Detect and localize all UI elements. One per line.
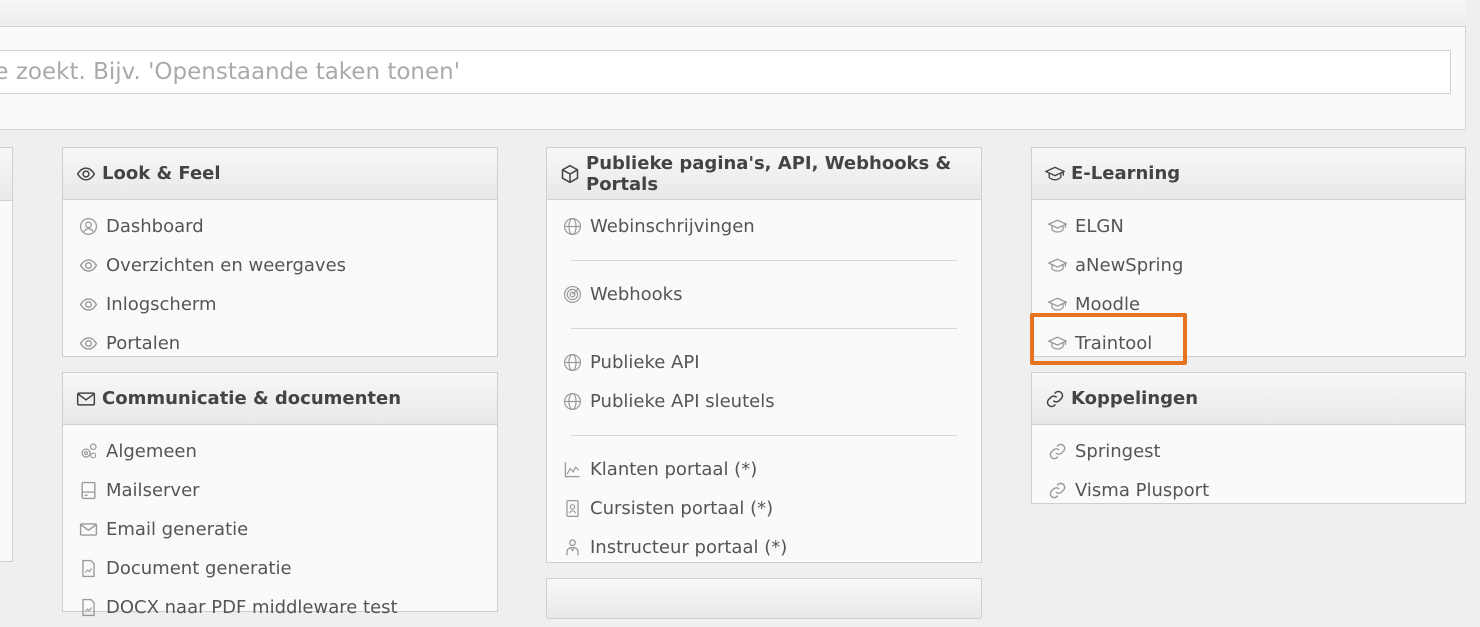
menu-item-label: Overzichten en weergaves — [106, 255, 347, 276]
search-panel — [0, 26, 1466, 130]
globe-icon — [563, 392, 582, 411]
menu-item-label: Springest — [1075, 441, 1161, 462]
menu-item-label: Email generatie — [106, 519, 249, 540]
search-input[interactable] — [0, 50, 1451, 94]
card-partial-header — [547, 579, 981, 619]
globe-icon — [563, 353, 582, 372]
menu-item-visma-plusport[interactable]: Visma Plusport — [1032, 471, 1465, 510]
menu-item-label: Cursisten portaal (*) — [590, 498, 774, 519]
globe-icon — [563, 217, 582, 236]
left-clipped-card — [0, 147, 13, 562]
graduation-cap-icon — [1048, 295, 1067, 314]
menu-item-label: Publieke API — [590, 352, 700, 373]
card-publiek: Publieke pagina's, API, Webhooks & Porta… — [546, 147, 982, 563]
menu-item-inlogscherm[interactable]: Inlogscherm — [63, 285, 497, 324]
menu-item-label: aNewSpring — [1075, 255, 1184, 276]
link-icon — [1045, 389, 1065, 409]
card-elearning: E-Learning ELGN aNewSpring Moodle Traint… — [1031, 147, 1466, 357]
menu-item-label: Dashboard — [106, 216, 204, 237]
menu-item-traintool[interactable]: Traintool — [1032, 324, 1465, 363]
top-header-bar — [0, 0, 1466, 27]
menu-item-label: ELGN — [1075, 216, 1124, 237]
link-icon — [1048, 481, 1067, 500]
server-icon — [79, 481, 98, 500]
menu-item-label: Publieke API sleutels — [590, 391, 775, 412]
menu-item-klanten-portaal[interactable]: Klanten portaal (*) — [547, 450, 981, 489]
menu-item-moodle[interactable]: Moodle — [1032, 285, 1465, 324]
divider — [571, 435, 957, 436]
card-communicatie-title: Communicatie & documenten — [102, 388, 402, 409]
menu-item-label: DOCX naar PDF middleware test — [106, 597, 398, 618]
instructor-icon — [563, 538, 582, 557]
menu-item-docx-pdf[interactable]: DOCX naar PDF middleware test — [63, 588, 497, 627]
card-publiek-title: Publieke pagina's, API, Webhooks & Porta… — [586, 152, 952, 195]
menu-item-webinschrijvingen[interactable]: Webinschrijvingen — [547, 207, 981, 246]
menu-item-mailserver[interactable]: Mailserver — [63, 471, 497, 510]
area-chart-icon — [563, 460, 582, 479]
id-badge-icon — [563, 499, 582, 518]
menu-item-publieke-api-sleutels[interactable]: Publieke API sleutels — [547, 382, 981, 421]
graduation-cap-icon — [1048, 334, 1067, 353]
cogs-icon — [79, 442, 98, 461]
menu-item-elgn[interactable]: ELGN — [1032, 207, 1465, 246]
menu-item-label: Mailserver — [106, 480, 200, 501]
menu-item-label: Visma Plusport — [1075, 480, 1210, 501]
card-partial-bottom — [546, 578, 982, 619]
card-koppelingen-title: Koppelingen — [1071, 388, 1199, 409]
card-elearning-title: E-Learning — [1071, 163, 1181, 184]
menu-item-document-generatie[interactable]: Document generatie — [63, 549, 497, 588]
menu-item-label: Moodle — [1075, 294, 1141, 315]
divider — [571, 260, 957, 261]
graduation-cap-icon — [1048, 217, 1067, 236]
menu-item-label: Webhooks — [590, 284, 683, 305]
card-koppelingen: Koppelingen Springest Visma Plusport — [1031, 372, 1466, 504]
user-circle-icon — [79, 217, 98, 236]
menu-item-anewspring[interactable]: aNewSpring — [1032, 246, 1465, 285]
eye-icon — [79, 295, 98, 314]
card-elearning-header: E-Learning — [1032, 148, 1465, 200]
menu-item-label: Webinschrijvingen — [590, 216, 755, 237]
file-image-icon — [79, 559, 98, 578]
card-publiek-header: Publieke pagina's, API, Webhooks & Porta… — [547, 148, 981, 200]
menu-item-label: Instructeur portaal (*) — [590, 537, 788, 558]
card-look-feel-header: Look & Feel — [63, 148, 497, 200]
menu-item-springest[interactable]: Springest — [1032, 432, 1465, 471]
menu-item-dashboard[interactable]: Dashboard — [63, 207, 497, 246]
card-koppelingen-header: Koppelingen — [1032, 373, 1465, 425]
eye-icon — [79, 256, 98, 275]
menu-item-publieke-api[interactable]: Publieke API — [547, 343, 981, 382]
menu-item-label: Traintool — [1075, 333, 1153, 354]
link-icon — [1048, 442, 1067, 461]
envelope-icon — [79, 520, 98, 539]
cube-icon — [560, 164, 580, 184]
card-communicatie-header: Communicatie & documenten — [63, 373, 497, 425]
eye-icon — [79, 334, 98, 353]
menu-item-portalen[interactable]: Portalen — [63, 324, 497, 363]
menu-item-algemeen[interactable]: Algemeen — [63, 432, 497, 471]
eye-icon — [76, 164, 96, 184]
card-communicatie: Communicatie & documenten Algemeen Mails… — [62, 372, 498, 618]
menu-item-email-generatie[interactable]: Email generatie — [63, 510, 497, 549]
card-look-feel: Look & Feel Dashboard Overzichten en wee… — [62, 147, 498, 357]
menu-item-label: Algemeen — [106, 441, 197, 462]
envelope-icon — [76, 389, 96, 409]
target-icon — [563, 285, 582, 304]
file-icon — [79, 598, 98, 617]
menu-item-overzichten[interactable]: Overzichten en weergaves — [63, 246, 497, 285]
menu-item-label: Portalen — [106, 333, 181, 354]
menu-item-label: Document generatie — [106, 558, 292, 579]
divider — [571, 328, 957, 329]
graduation-cap-icon — [1045, 164, 1065, 184]
menu-item-label: Klanten portaal (*) — [590, 459, 758, 480]
card-look-feel-title: Look & Feel — [102, 163, 221, 184]
menu-item-label: Inlogscherm — [106, 294, 217, 315]
menu-item-instructeur-portaal[interactable]: Instructeur portaal (*) — [547, 528, 981, 567]
menu-item-cursisten-portaal[interactable]: Cursisten portaal (*) — [547, 489, 981, 528]
graduation-cap-icon — [1048, 256, 1067, 275]
menu-item-webhooks[interactable]: Webhooks — [547, 275, 981, 314]
